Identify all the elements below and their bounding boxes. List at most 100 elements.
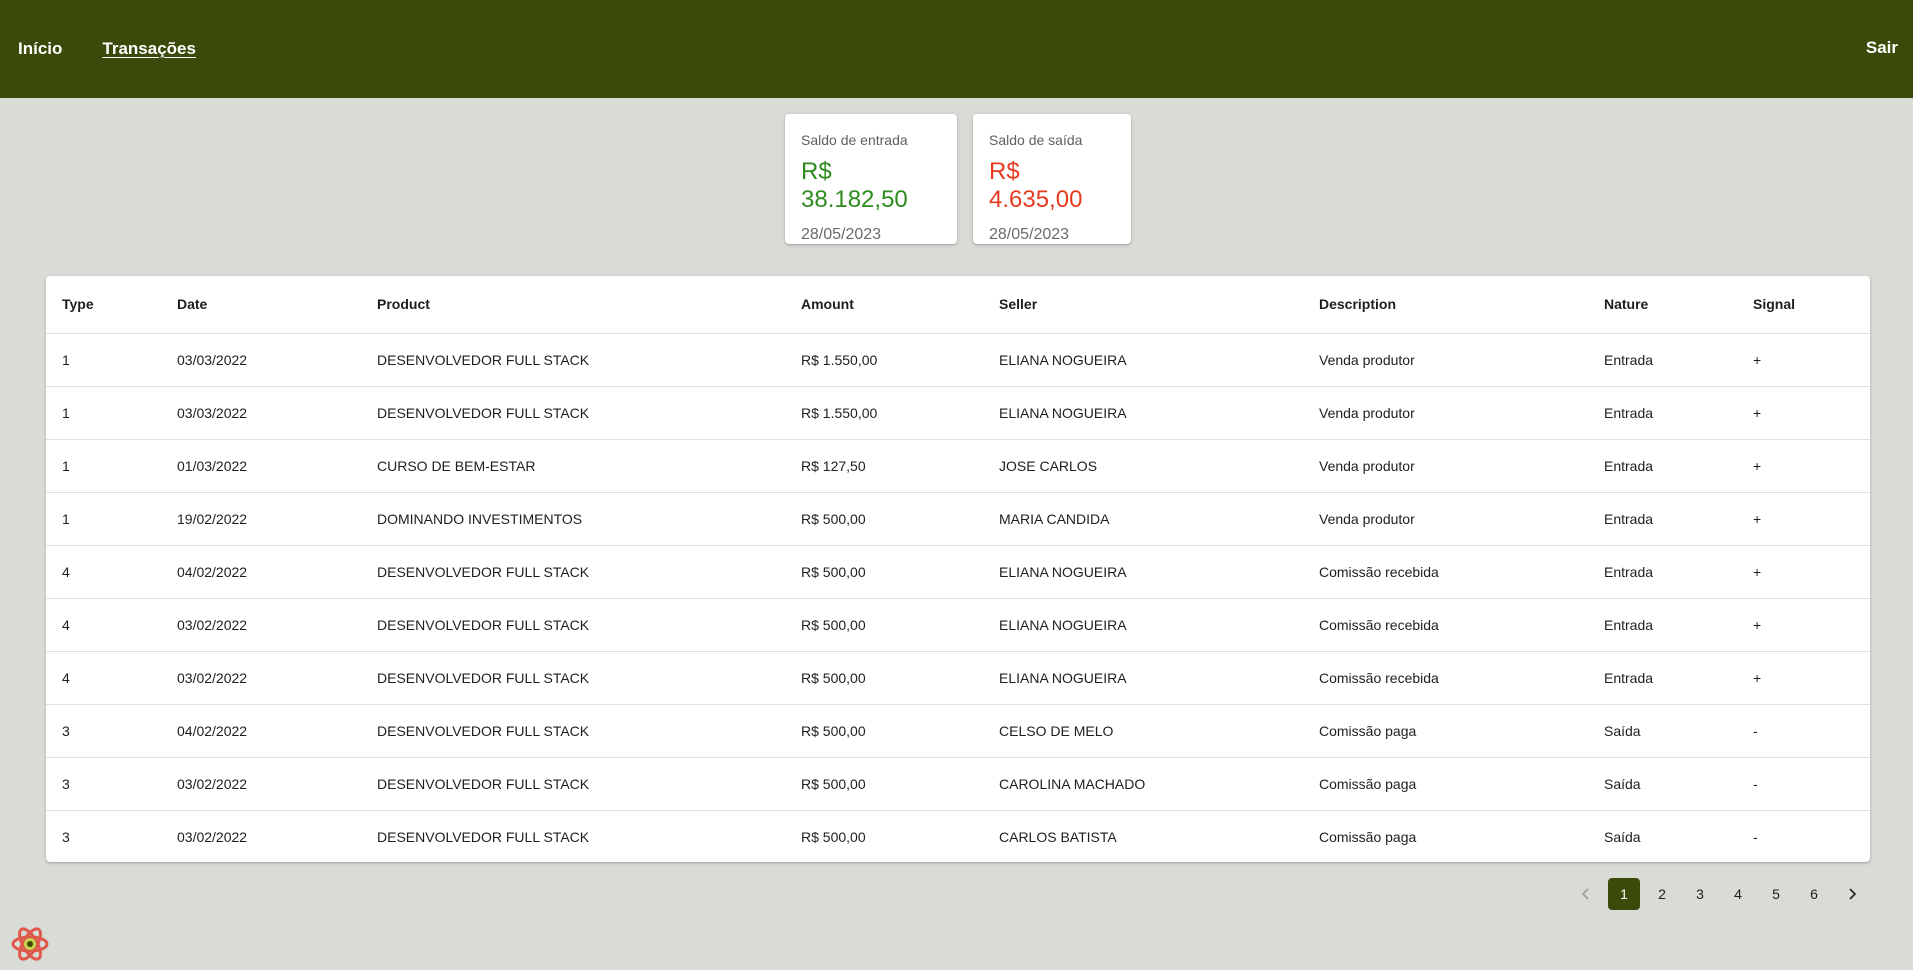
cell-nature: Entrada — [1588, 651, 1737, 705]
table-header-row: Type Date Product Amount Seller Descript… — [46, 276, 1870, 334]
cell-seller: CARLOS BATISTA — [999, 828, 1117, 845]
cell-product: DESENVOLVEDOR FULL STACK — [377, 828, 590, 845]
cell-date: 04/02/2022 — [161, 545, 361, 599]
table-row: 4 03/02/2022 DESENVOLVEDOR FULL STACK R$ 50… — [46, 651, 1870, 705]
cell-description: Venda produtor — [1303, 439, 1588, 493]
cell-type: 4 — [46, 545, 161, 599]
page-button-3[interactable]: 3 — [1684, 878, 1716, 910]
cell-amount: R$ 500,00 — [785, 704, 983, 758]
outflow-balance-card: Saldo de saída R$ 4.635,00 28/05/2023 — [973, 114, 1131, 244]
transactions-table: Type Date Product Amount Seller Descript… — [46, 276, 1870, 862]
outflow-card-date: 28/05/2023 — [989, 226, 1070, 243]
cell-amount: R$ 127,50 — [785, 439, 983, 493]
cell-nature: Saída — [1588, 704, 1737, 758]
cell-type: 4 — [46, 651, 161, 705]
inflow-card-value: R$ 38.182,50 — [801, 158, 908, 213]
logout-button[interactable]: Sair — [1866, 38, 1898, 58]
inflow-card-date: 28/05/2023 — [801, 226, 882, 243]
cell-description: Venda produtor — [1303, 492, 1588, 546]
cell-amount: R$ 500,00 — [801, 828, 866, 845]
table-row: 3 04/02/2022 DESENVOLVEDOR FULL STACK R$ 50… — [46, 704, 1870, 758]
react-devtools-icon[interactable] — [9, 924, 51, 964]
table-body: 1 03/03/2022 DESENVOLVEDOR FULL STACK R$ 1.… — [46, 333, 1870, 862]
cell-description: Comissão paga — [1319, 828, 1417, 845]
table-row: 1 03/03/2022 DESENVOLVEDOR FULL STACK R$ 1.… — [46, 386, 1870, 440]
cell-signal: + — [1737, 439, 1870, 493]
table-row: 4 03/02/2022 DESENVOLVEDOR FULL STACK R$ 50… — [46, 598, 1870, 652]
page-button-6[interactable]: 6 — [1798, 878, 1830, 910]
cell-nature: Entrada — [1588, 386, 1737, 440]
pagination: 123456 — [1570, 878, 1874, 910]
cell-date: 01/03/2022 — [161, 439, 361, 493]
page-button-1[interactable]: 1 — [1608, 878, 1640, 910]
header-seller: Seller — [983, 276, 1303, 334]
cell-product: DESENVOLVEDOR FULL STACK — [361, 757, 785, 811]
cell-nature: Entrada — [1588, 492, 1737, 546]
table-row: 1 01/03/2022 CURSO DE BEM-ESTAR R$ 127,50 JO… — [46, 439, 1870, 493]
cell-signal: - — [1737, 704, 1870, 758]
outflow-card-value: R$ 4.635,00 — [989, 158, 1083, 213]
app-bar: Início Transações Sair — [0, 0, 1913, 98]
cell-amount: R$ 500,00 — [785, 492, 983, 546]
cell-seller: MARIA CANDIDA — [983, 492, 1303, 546]
nav-home-link[interactable]: Início — [18, 39, 62, 59]
table-row: 1 19/02/2022 DOMINANDO INVESTIMENTOS R$ 500… — [46, 492, 1870, 546]
nav-transactions-link[interactable]: Transações — [102, 39, 196, 59]
table-row: 1 03/03/2022 DESENVOLVEDOR FULL STACK R$ 1.… — [46, 333, 1870, 387]
cell-date: 03/02/2022 — [161, 598, 361, 652]
cell-signal: - — [1753, 828, 1758, 845]
cell-type: 1 — [46, 439, 161, 493]
cell-product: DESENVOLVEDOR FULL STACK — [361, 333, 785, 387]
page-list: 123456 — [1608, 878, 1836, 910]
cell-signal: + — [1737, 651, 1870, 705]
cell-signal: + — [1737, 598, 1870, 652]
cell-seller: ELIANA NOGUEIRA — [983, 651, 1303, 705]
header-description: Description — [1303, 276, 1588, 334]
cell-date: 03/03/2022 — [161, 333, 361, 387]
cell-date: 03/02/2022 — [161, 757, 361, 811]
header-nature: Nature — [1588, 276, 1737, 334]
cell-type: 1 — [46, 333, 161, 387]
table-row: 3 03/02/2022 DESENVOLVEDOR FULL STACK R$ 50… — [46, 810, 1870, 862]
cell-amount: R$ 500,00 — [785, 757, 983, 811]
cell-type: 3 — [62, 828, 70, 845]
cell-amount: R$ 1.550,00 — [785, 333, 983, 387]
inflow-balance-card: Saldo de entrada R$ 38.182,50 28/05/2023 — [785, 114, 957, 244]
cell-amount: R$ 500,00 — [785, 651, 983, 705]
cell-seller: JOSE CARLOS — [983, 439, 1303, 493]
cell-signal: + — [1737, 386, 1870, 440]
cell-nature: Entrada — [1588, 439, 1737, 493]
header-type: Type — [46, 276, 161, 334]
cell-description: Comissão recebida — [1303, 545, 1588, 599]
page-button-4[interactable]: 4 — [1722, 878, 1754, 910]
cell-product: DOMINANDO INVESTIMENTOS — [361, 492, 785, 546]
cell-date: 19/02/2022 — [161, 492, 361, 546]
page-button-5[interactable]: 5 — [1760, 878, 1792, 910]
page-button-2[interactable]: 2 — [1646, 878, 1678, 910]
cell-type: 1 — [46, 492, 161, 546]
cell-date: 03/02/2022 — [161, 651, 361, 705]
cell-description: Comissão paga — [1303, 757, 1588, 811]
cell-amount: R$ 500,00 — [785, 545, 983, 599]
cell-signal: + — [1737, 333, 1870, 387]
cell-date: 03/03/2022 — [161, 386, 361, 440]
transactions-table-container: Type Date Product Amount Seller Descript… — [46, 276, 1870, 862]
cell-description: Comissão recebida — [1303, 651, 1588, 705]
chevron-left-icon[interactable] — [1570, 878, 1602, 910]
cell-seller: ELIANA NOGUEIRA — [983, 333, 1303, 387]
cell-amount: R$ 500,00 — [785, 598, 983, 652]
cell-nature: Entrada — [1588, 545, 1737, 599]
cell-product: DESENVOLVEDOR FULL STACK — [361, 598, 785, 652]
cell-amount: R$ 1.550,00 — [785, 386, 983, 440]
cell-description: Comissão paga — [1303, 704, 1588, 758]
header-product: Product — [361, 276, 785, 334]
cell-type: 3 — [46, 704, 161, 758]
cell-seller: CELSO DE MELO — [983, 704, 1303, 758]
cell-description: Comissão recebida — [1303, 598, 1588, 652]
cell-nature: Saída — [1588, 757, 1737, 811]
header-date: Date — [161, 276, 361, 334]
cell-description: Venda produtor — [1303, 333, 1588, 387]
cell-product: DESENVOLVEDOR FULL STACK — [361, 545, 785, 599]
cell-type: 3 — [46, 757, 161, 811]
chevron-right-icon[interactable] — [1836, 878, 1868, 910]
